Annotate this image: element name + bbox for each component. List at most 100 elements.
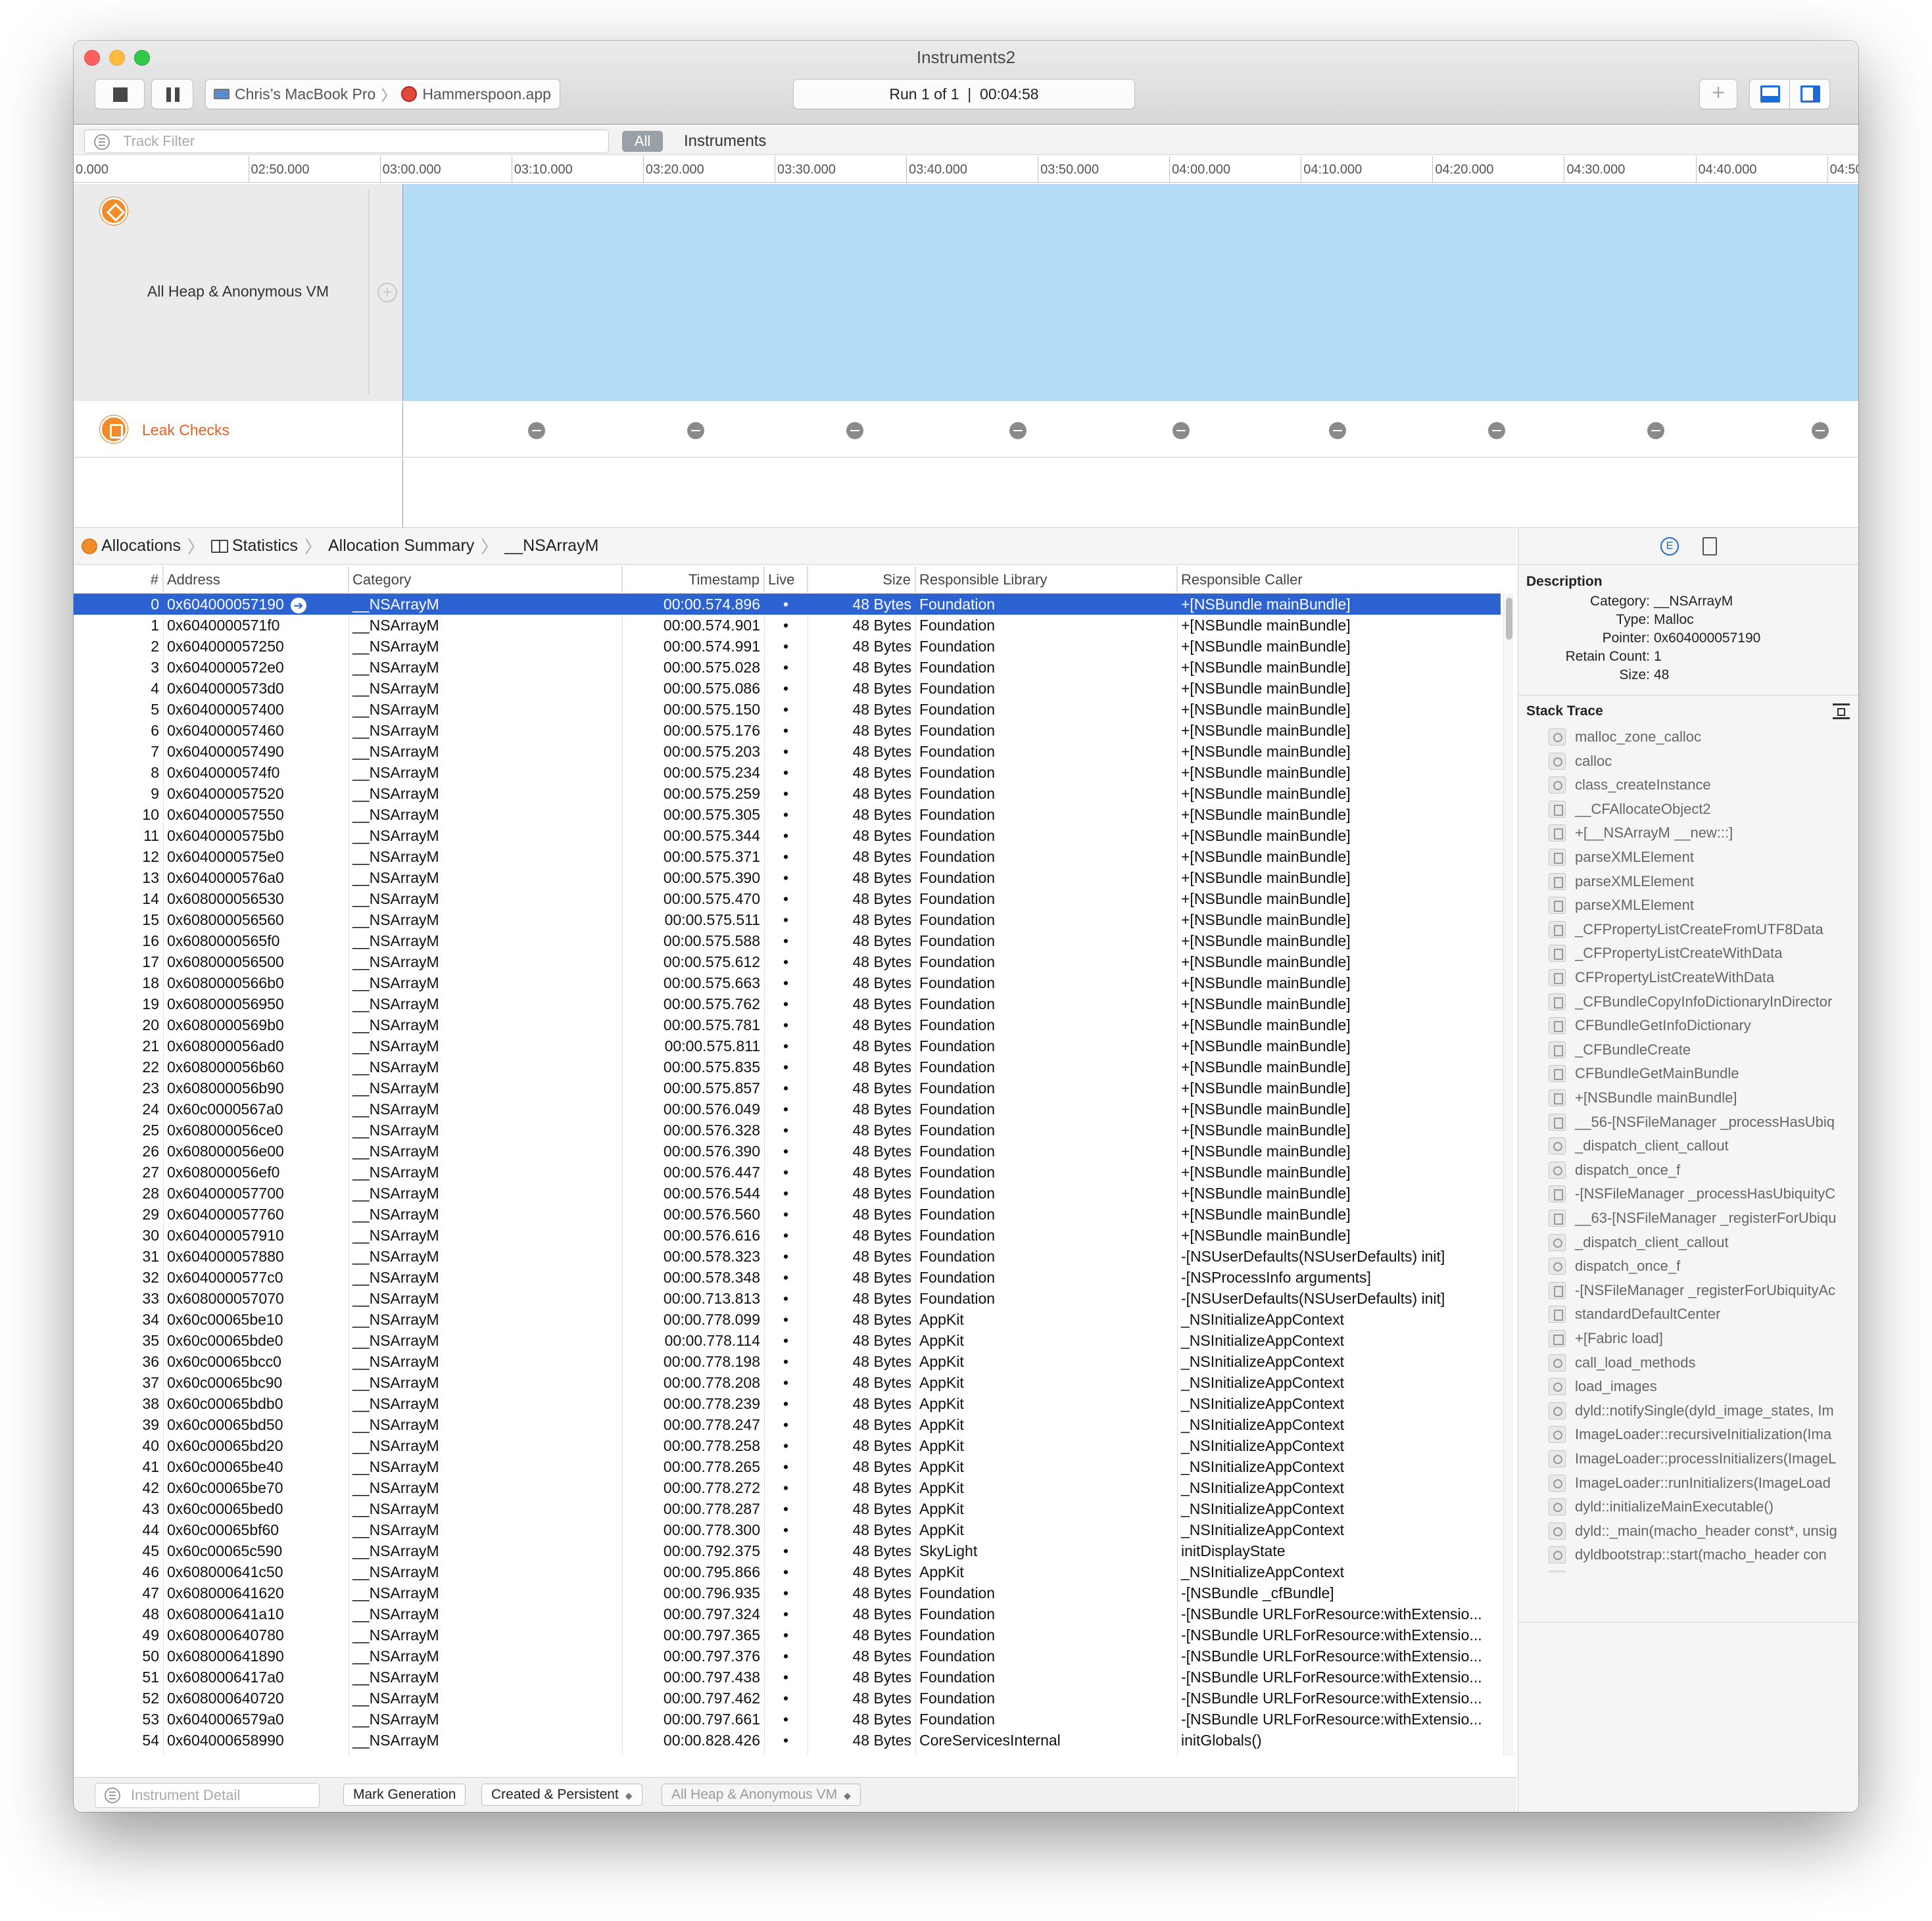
stack-frame[interactable]: +[NSBundle mainBundle] [1518, 1086, 1858, 1110]
table-row[interactable]: 6 0x604000057460 __NSArrayM 00:00.575.176 • 4… [74, 720, 1501, 741]
stack-frame[interactable]: _dispatch_client_callout [1518, 1231, 1858, 1254]
stack-frame[interactable]: __56-[NSFileManager _processHasUbiq [1518, 1110, 1858, 1134]
table-row[interactable]: 53 0x6040006579a0 __NSArrayM 00:00.797.661 •… [74, 1709, 1501, 1730]
track-filter-input[interactable]: Track Filter [84, 130, 609, 153]
allocations-table-body[interactable]: 0 0x604000057190 ➔ __NSArrayM 00:00.574.896 •… [74, 594, 1501, 1756]
table-row[interactable]: 21 0x608000056ad0 __NSArrayM 00:00.575.811 •… [74, 1035, 1501, 1056]
table-row[interactable]: 12 0x6040000575e0 __NSArrayM 00:00.575.371 •… [74, 846, 1501, 867]
table-row[interactable]: 2 0x604000057250 __NSArrayM 00:00.574.991 • 4… [74, 636, 1501, 657]
table-row[interactable]: 5 0x604000057400 __NSArrayM 00:00.575.150 • 4… [74, 699, 1501, 720]
toggle-detail-pane-button[interactable] [1749, 79, 1790, 109]
table-row[interactable]: 32 0x6040000577c0 __NSArrayM 00:00.578.348 •… [74, 1267, 1501, 1288]
table-row[interactable]: 18 0x6080000566b0 __NSArrayM 00:00.575.663 •… [74, 972, 1501, 993]
table-row[interactable]: 26 0x608000056e00 __NSArrayM 00:00.576.390 •… [74, 1141, 1501, 1162]
table-row[interactable]: 54 0x604000658990 __NSArrayM 00:00.828.426 •… [74, 1730, 1501, 1751]
stack-frame[interactable]: dyld::_main(macho_header const*, unsig [1518, 1519, 1858, 1543]
table-row[interactable]: 39 0x60c00065bd50 __NSArrayM 00:00.778.247 •… [74, 1414, 1501, 1435]
stack-frame[interactable]: calloc [1518, 749, 1858, 773]
leak-check-marker-icon[interactable] [528, 422, 545, 439]
table-row[interactable]: 17 0x608000056500 __NSArrayM 00:00.575.612 •… [74, 951, 1501, 972]
column-header-category[interactable]: Category [349, 566, 622, 594]
table-row[interactable]: 51 0x6080006417a0 __NSArrayM 00:00.797.438 •… [74, 1667, 1501, 1688]
stack-frame[interactable]: dispatch_once_f [1518, 1158, 1858, 1182]
leak-checks-track[interactable]: Leak Checks [74, 402, 1858, 458]
allocation-type-popup[interactable]: All Heap & Anonymous VM ◆ [662, 1784, 861, 1806]
focus-arrow-icon[interactable]: ➔ [290, 597, 306, 613]
breadcrumb-allocation-summary[interactable]: Allocation Summary [328, 536, 474, 556]
table-row[interactable]: 42 0x60c00065be70 __NSArrayM 00:00.778.272 •… [74, 1477, 1501, 1498]
breadcrumb-allocations[interactable]: Allocations [101, 536, 181, 556]
timeline-ruler[interactable]: 0.000 02:50.000 03:00.000 03:10.000 03:20.00… [74, 156, 1858, 183]
stack-frame[interactable]: CFBundleGetInfoDictionary [1518, 1014, 1858, 1037]
stack-frame[interactable]: -[NSFileManager _processHasUbiquityC [1518, 1182, 1858, 1206]
stack-frame[interactable]: __63-[NSFileManager _registerForUbiqu [1518, 1206, 1858, 1230]
add-track-plus-icon[interactable]: + [377, 283, 397, 302]
table-row[interactable]: 1 0x6040000571f0 __NSArrayM 00:00.574.901 • 4… [74, 615, 1501, 636]
collapse-frames-icon[interactable] [1833, 703, 1850, 719]
stack-frame[interactable]: parseXMLElement [1518, 870, 1858, 893]
stack-frame[interactable]: dyldbootstrap::start(macho_header con [1518, 1543, 1858, 1567]
table-row[interactable]: 4 0x6040000573d0 __NSArrayM 00:00.575.086 • 4… [74, 678, 1501, 699]
table-vertical-scrollbar[interactable] [1503, 594, 1514, 1756]
extended-detail-tab-icon[interactable]: E [1660, 537, 1679, 556]
allocation-lifespan-popup[interactable]: Created & Persistent ◆ [481, 1784, 642, 1806]
stack-frame[interactable]: dyld::notifySingle(dyld_image_states, Im [1518, 1399, 1858, 1423]
add-instrument-button[interactable]: + [1699, 79, 1737, 109]
column-header-index[interactable]: # [74, 566, 163, 594]
stack-frame[interactable]: call_load_methods [1518, 1351, 1858, 1375]
heap-track[interactable]: All Heap & Anonymous VM + [74, 184, 1858, 401]
heap-track-header[interactable]: All Heap & Anonymous VM + [74, 184, 402, 401]
column-header-timestamp[interactable]: Timestamp [622, 566, 764, 594]
stack-frame[interactable]: ImageLoader::runInitializers(ImageLoad [1518, 1471, 1858, 1495]
instrument-detail-filter-input[interactable]: Instrument Detail [95, 1783, 320, 1808]
table-row[interactable]: 11 0x6040000575b0 __NSArrayM 00:00.575.344 •… [74, 825, 1501, 846]
leak-check-marker-icon[interactable] [1172, 422, 1190, 439]
stack-frame[interactable]: load_images [1518, 1375, 1858, 1398]
table-row[interactable]: 29 0x604000057760 __NSArrayM 00:00.576.560 •… [74, 1204, 1501, 1225]
toggle-inspector-pane-button[interactable] [1789, 79, 1830, 109]
pause-recording-button[interactable] [151, 79, 193, 109]
stack-frame[interactable]: dispatch_once_f [1518, 1254, 1858, 1278]
table-row[interactable]: 43 0x60c00065bed0 __NSArrayM 00:00.778.287 •… [74, 1498, 1501, 1519]
table-row[interactable]: 28 0x604000057700 __NSArrayM 00:00.576.544 •… [74, 1183, 1501, 1204]
table-row[interactable]: 19 0x608000056950 __NSArrayM 00:00.575.762 •… [74, 993, 1501, 1014]
stack-frame[interactable]: _dyld_start [1518, 1567, 1858, 1573]
stack-frame[interactable]: _CFBundleCopyInfoDictionaryInDirector [1518, 990, 1858, 1014]
table-row[interactable]: 10 0x604000057550 __NSArrayM 00:00.575.305 •… [74, 804, 1501, 825]
stack-frame[interactable]: +[Fabric load] [1518, 1327, 1858, 1350]
table-row[interactable]: 40 0x60c00065bd20 __NSArrayM 00:00.778.258 •… [74, 1435, 1501, 1456]
table-row[interactable]: 34 0x60c00065be10 __NSArrayM 00:00.778.099 •… [74, 1309, 1501, 1330]
table-row[interactable]: 41 0x60c00065be40 __NSArrayM 00:00.778.265 •… [74, 1456, 1501, 1477]
table-row[interactable]: 7 0x604000057490 __NSArrayM 00:00.575.203 • 4… [74, 741, 1501, 762]
table-row[interactable]: 31 0x604000057880 __NSArrayM 00:00.578.323 •… [74, 1246, 1501, 1267]
leak-check-marker-icon[interactable] [1488, 422, 1505, 439]
table-row[interactable]: 22 0x608000056b60 __NSArrayM 00:00.575.835 •… [74, 1056, 1501, 1078]
stack-frame[interactable]: _CFPropertyListCreateWithData [1518, 941, 1858, 965]
table-row[interactable]: 24 0x60c0000567a0 __NSArrayM 00:00.576.049 •… [74, 1099, 1501, 1120]
table-row[interactable]: 35 0x60c00065bde0 __NSArrayM 00:00.778.114 •… [74, 1330, 1501, 1351]
leak-check-marker-icon[interactable] [1647, 422, 1664, 439]
filter-instruments-button[interactable]: Instruments [684, 131, 766, 152]
target-selector[interactable]: Chris’s MacBook Pro 〉 Hammerspoon.app [205, 79, 560, 109]
stack-frame[interactable]: +[__NSArrayM __new:::] [1518, 821, 1858, 845]
table-row[interactable]: 46 0x608000641c50 __NSArrayM 00:00.795.866 •… [74, 1561, 1501, 1582]
table-row[interactable]: 36 0x60c00065bcc0 __NSArrayM 00:00.778.198 •… [74, 1351, 1501, 1372]
table-row[interactable]: 44 0x60c00065bf60 __NSArrayM 00:00.778.300 •… [74, 1519, 1501, 1540]
table-row[interactable]: 52 0x608000640720 __NSArrayM 00:00.797.462 •… [74, 1688, 1501, 1709]
run-status-display[interactable]: Run 1 of 1 | 00:04:58 [793, 79, 1135, 109]
leak-check-marker-icon[interactable] [1812, 422, 1829, 439]
heap-graph[interactable] [402, 184, 1858, 401]
filter-all-button[interactable]: All [622, 131, 663, 152]
stack-frame[interactable]: parseXMLElement [1518, 893, 1858, 917]
mark-generation-button[interactable]: Mark Generation [343, 1784, 466, 1806]
stop-recording-button[interactable] [95, 79, 145, 109]
stack-frame[interactable]: CFPropertyListCreateWithData [1518, 966, 1858, 989]
breadcrumb-current[interactable]: __NSArrayM [504, 536, 598, 556]
table-row[interactable]: 9 0x604000057520 __NSArrayM 00:00.575.259 • 4… [74, 783, 1501, 804]
stack-frame[interactable]: malloc_zone_calloc [1518, 725, 1858, 749]
stack-frame[interactable]: ImageLoader::recursiveInitialization(Ima [1518, 1423, 1858, 1446]
table-row[interactable]: 47 0x608000641620 __NSArrayM 00:00.796.935 •… [74, 1582, 1501, 1603]
leak-check-marker-icon[interactable] [1009, 422, 1026, 439]
table-row[interactable]: 16 0x6080000565f0 __NSArrayM 00:00.575.588 •… [74, 930, 1501, 951]
table-row[interactable]: 3 0x6040000572e0 __NSArrayM 00:00.575.028 • 4… [74, 657, 1501, 678]
